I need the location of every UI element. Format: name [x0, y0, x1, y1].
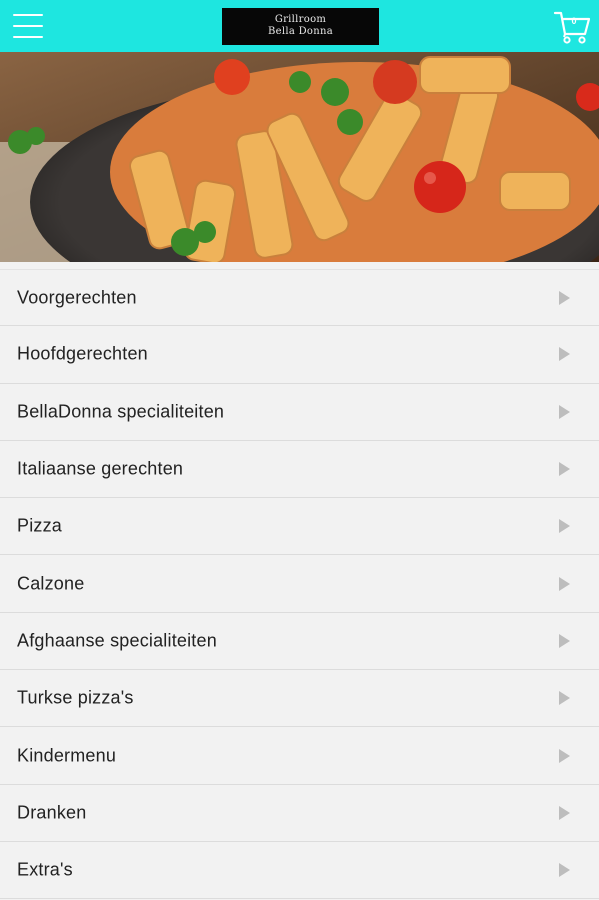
menu-item-extras[interactable]: Extra's: [0, 841, 599, 900]
menu-item-label: Pizza: [17, 515, 63, 536]
menu-item-belladonna-specialiteiten[interactable]: BellaDonna specialiteiten: [0, 383, 599, 441]
menu-item-label: Kindermenu: [17, 745, 117, 766]
menu-item-pizza[interactable]: Pizza: [0, 498, 599, 556]
chevron-right-icon: [559, 748, 570, 763]
menu-item-label: Italiaanse gerechten: [17, 458, 184, 479]
menu-item-turkse-pizzas[interactable]: Turkse pizza's: [0, 670, 599, 728]
chevron-right-icon: [559, 633, 570, 648]
logo-line-2: Bella Donna: [268, 26, 333, 37]
menu-item-calzone[interactable]: Calzone: [0, 555, 599, 613]
chevron-right-icon: [559, 576, 570, 591]
chevron-right-icon: [559, 290, 570, 305]
menu-item-label: Extra's: [17, 859, 73, 880]
menu-item-label: Hoofdgerechten: [17, 343, 148, 364]
chevron-right-icon: [559, 462, 570, 477]
category-menu-list: Voorgerechten Hoofdgerechten BellaDonna …: [0, 269, 599, 900]
menu-item-italiaanse-gerechten[interactable]: Italiaanse gerechten: [0, 440, 599, 499]
restaurant-logo[interactable]: Grillroom Bella Donna: [222, 8, 379, 45]
cart-button[interactable]: 0: [553, 10, 591, 44]
menu-item-afghaanse-specialiteiten[interactable]: Afghaanse specialiteiten: [0, 612, 599, 671]
cart-count-badge: 0: [571, 16, 577, 26]
chevron-right-icon: [559, 863, 570, 878]
menu-item-label: BellaDonna specialiteiten: [17, 401, 225, 422]
chevron-right-icon: [559, 691, 570, 706]
menu-item-label: Turkse pizza's: [17, 687, 134, 708]
menu-item-label: Afghaanse specialiteiten: [17, 630, 217, 651]
menu-item-dranken[interactable]: Dranken: [0, 784, 599, 842]
chevron-right-icon: [559, 519, 570, 534]
chevron-right-icon: [559, 404, 570, 419]
app-header: Grillroom Bella Donna 0: [0, 0, 599, 52]
hero-food-image: [0, 52, 599, 262]
chevron-right-icon: [559, 347, 570, 362]
hamburger-menu-icon[interactable]: [13, 12, 43, 40]
logo-line-1: Grillroom: [274, 14, 327, 25]
menu-item-label: Calzone: [17, 573, 85, 594]
menu-item-hoofdgerechten[interactable]: Hoofdgerechten: [0, 326, 599, 384]
chevron-right-icon: [559, 805, 570, 820]
menu-item-label: Voorgerechten: [17, 287, 137, 308]
menu-item-kindermenu[interactable]: Kindermenu: [0, 727, 599, 785]
menu-item-label: Dranken: [17, 802, 87, 823]
menu-item-voorgerechten[interactable]: Voorgerechten: [0, 269, 599, 327]
